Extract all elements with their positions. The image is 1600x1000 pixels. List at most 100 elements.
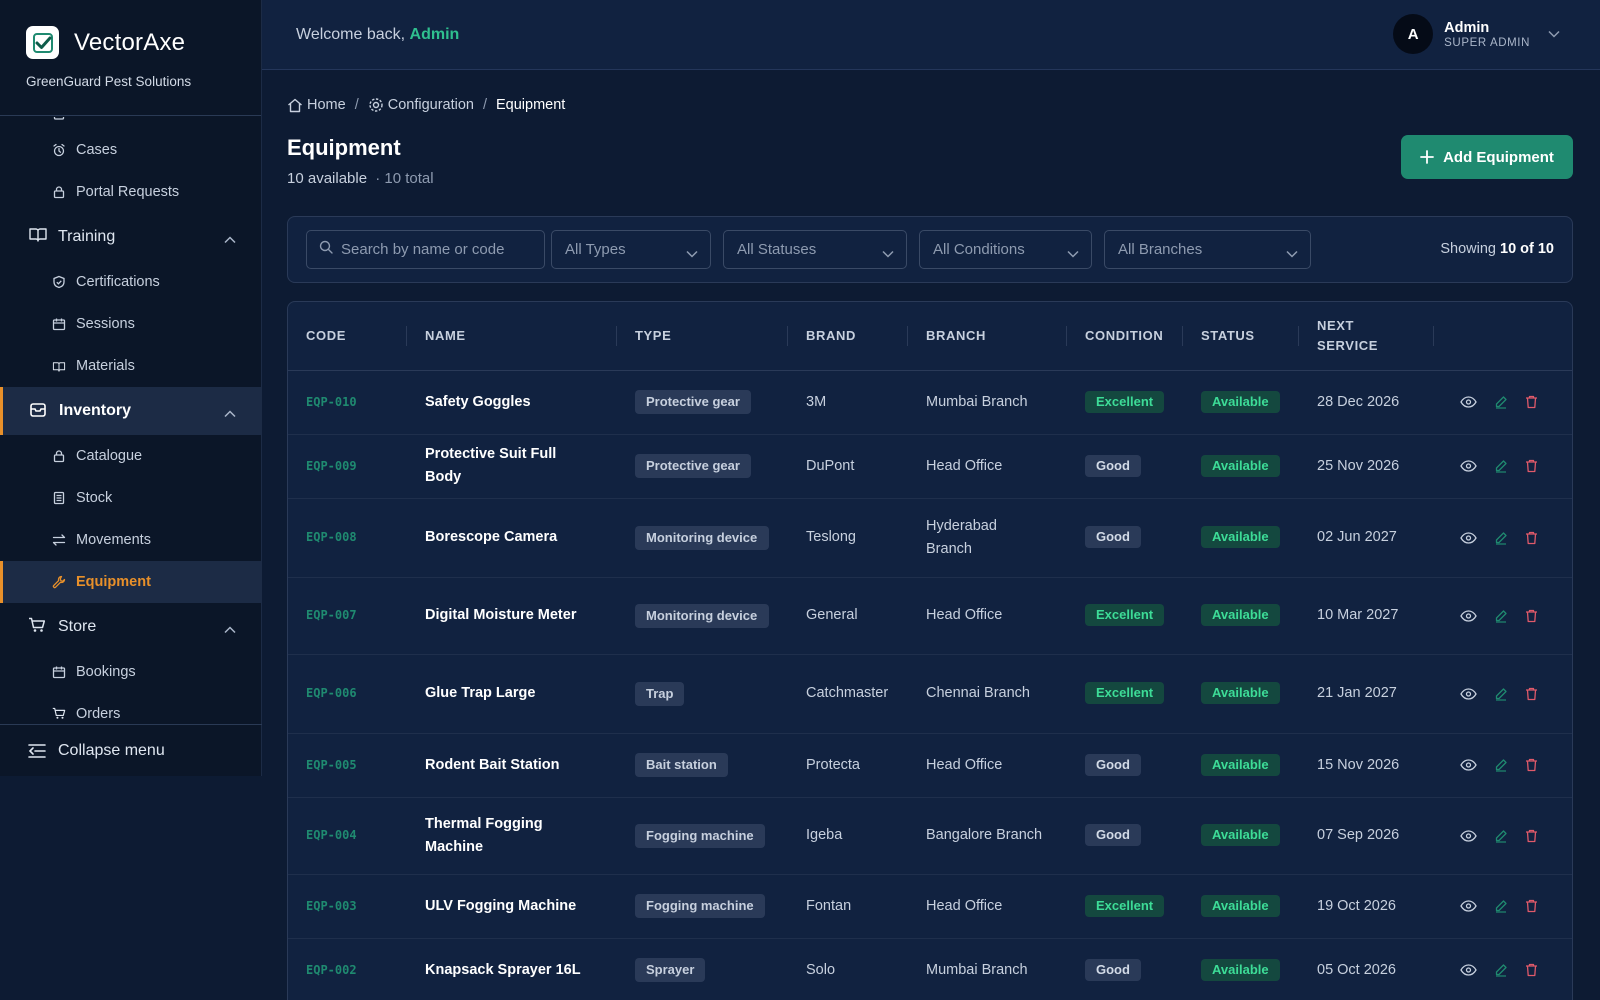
table-row[interactable]: EQP-010 Safety Goggles Protective gear 3M Mu… <box>288 370 1572 435</box>
view-icon[interactable] <box>1460 396 1477 408</box>
table-row[interactable]: EQP-007 Digital Moisture Meter Monitoring … <box>288 577 1572 655</box>
equipment-code[interactable]: EQP-010 <box>288 370 407 435</box>
status-filter-value: All Statuses <box>737 241 817 258</box>
table-row[interactable]: EQP-009 Protective Suit Full Body Protecti… <box>288 434 1572 499</box>
delete-icon[interactable] <box>1525 758 1538 772</box>
sidebar-item-cases[interactable]: Cases <box>0 129 262 171</box>
equipment-name[interactable]: Safety Goggles <box>407 370 617 435</box>
table-row[interactable]: EQP-003 ULV Fogging Machine Fogging machin… <box>288 874 1572 939</box>
equipment-name[interactable]: Rodent Bait Station <box>407 733 617 798</box>
edit-icon[interactable] <box>1494 963 1508 977</box>
next-service-date: 25 Nov 2026 <box>1299 434 1434 499</box>
breadcrumb-configuration[interactable]: Configuration <box>388 97 474 113</box>
equipment-code[interactable]: EQP-008 <box>288 498 407 578</box>
edit-icon[interactable] <box>1494 687 1508 701</box>
sidebar-item-materials[interactable]: Materials <box>0 345 262 387</box>
equipment-type: Monitoring device <box>617 498 788 578</box>
sidebar-section-store[interactable]: Store <box>0 603 262 651</box>
sidebar-item-equipment[interactable]: Equipment <box>0 561 262 603</box>
type-filter-select[interactable]: All Types <box>551 230 711 269</box>
condition-badge: Good <box>1085 824 1141 846</box>
status-filter-select[interactable]: All Statuses <box>723 230 907 269</box>
equipment-code[interactable]: EQP-003 <box>288 874 407 939</box>
edit-icon[interactable] <box>1494 899 1508 913</box>
table-row[interactable]: EQP-004 Thermal Fogging Machine Fogging ma… <box>288 797 1572 875</box>
delete-icon[interactable] <box>1525 687 1538 701</box>
sidebar-item-sessions[interactable]: Sessions <box>0 303 262 345</box>
collapse-menu-button[interactable]: Collapse menu <box>0 724 262 776</box>
sidebar-item-stock[interactable]: Stock <box>0 477 262 519</box>
user-role: SUPER ADMIN <box>1444 36 1530 49</box>
edit-icon[interactable] <box>1494 609 1508 623</box>
sidebar-section-inventory[interactable]: Inventory <box>0 387 262 435</box>
view-icon[interactable] <box>1460 460 1477 472</box>
equipment-name[interactable]: Knapsack Sprayer 16L <box>407 938 617 1000</box>
search-input[interactable] <box>341 241 531 258</box>
edit-icon[interactable] <box>1494 531 1508 545</box>
delete-icon[interactable] <box>1525 609 1538 623</box>
column-header-name: NAME <box>407 302 617 370</box>
sidebar-item-catalogue[interactable]: Catalogue <box>0 435 262 477</box>
delete-icon[interactable] <box>1525 899 1538 913</box>
table-row[interactable]: EQP-005 Rodent Bait Station Bait station Pr… <box>288 733 1572 798</box>
equipment-name[interactable]: Borescope Camera <box>407 498 617 578</box>
sidebar-item-movements[interactable]: Movements <box>0 519 262 561</box>
sidebar-item-bookings[interactable]: Bookings <box>0 651 262 693</box>
sidebar-item-label: Cases <box>76 142 118 158</box>
add-equipment-button[interactable]: Add Equipment <box>1401 135 1573 179</box>
edit-icon[interactable] <box>1494 758 1508 772</box>
equipment-type: Bait station <box>617 733 788 798</box>
top-header: Welcome back, Admin A Admin SUPER ADMIN <box>262 0 1600 70</box>
sidebar-item-orders[interactable]: Orders <box>0 693 262 724</box>
box-icon <box>29 401 49 421</box>
sidebar-item-label: Certifications <box>76 274 160 290</box>
equipment-brand: General <box>788 577 908 655</box>
view-icon[interactable] <box>1460 900 1477 912</box>
view-icon[interactable] <box>1460 964 1477 976</box>
sidebar-item-certifications[interactable]: Certifications <box>0 261 262 303</box>
gear-icon <box>368 97 384 113</box>
equipment-condition: Excellent <box>1067 874 1183 939</box>
view-icon[interactable] <box>1460 609 1477 622</box>
equipment-code[interactable]: EQP-007 <box>288 577 407 655</box>
view-icon[interactable] <box>1460 531 1477 544</box>
equipment-name[interactable]: Protective Suit Full Body <box>407 434 617 499</box>
next-service-date: 07 Sep 2026 <box>1299 797 1434 875</box>
sidebar-section-training[interactable]: Training <box>0 213 262 261</box>
user-menu[interactable]: A Admin SUPER ADMIN <box>1393 14 1560 54</box>
equipment-code[interactable]: EQP-005 <box>288 733 407 798</box>
delete-icon[interactable] <box>1525 531 1538 545</box>
equipment-code[interactable]: EQP-002 <box>288 938 407 1000</box>
view-icon[interactable] <box>1460 759 1477 771</box>
search-box[interactable] <box>306 230 545 269</box>
equipment-name[interactable]: Thermal Fogging Machine <box>407 797 617 875</box>
equipment-branch: Mumbai Branch <box>908 938 1067 1000</box>
edit-icon[interactable] <box>1494 829 1508 843</box>
edit-icon[interactable] <box>1494 459 1508 473</box>
breadcrumb-home[interactable]: Home <box>307 97 346 113</box>
table-row[interactable]: EQP-006 Glue Trap Large Trap Catchmaster Che… <box>288 654 1572 734</box>
delete-icon[interactable] <box>1525 395 1538 409</box>
edit-icon[interactable] <box>1494 395 1508 409</box>
view-icon[interactable] <box>1460 687 1477 700</box>
equipment-type: Sprayer <box>617 938 788 1000</box>
chevron-down-icon <box>686 245 698 262</box>
table-row[interactable]: EQP-008 Borescope Camera Monitoring device… <box>288 498 1572 578</box>
table-row[interactable]: EQP-002 Knapsack Sprayer 16L Sprayer Solo Mu… <box>288 938 1572 1000</box>
view-icon[interactable] <box>1460 829 1477 842</box>
equipment-code[interactable]: EQP-009 <box>288 434 407 499</box>
equipment-name[interactable]: ULV Fogging Machine <box>407 874 617 939</box>
delete-icon[interactable] <box>1525 829 1538 843</box>
column-header-next-service: NEXT SERVICE <box>1299 302 1434 370</box>
delete-icon[interactable] <box>1525 963 1538 977</box>
available-count: 10 available <box>287 170 368 187</box>
sidebar-item-portal-requests[interactable]: Portal Requests <box>0 171 262 213</box>
equipment-name[interactable]: Glue Trap Large <box>407 654 617 734</box>
equipment-code[interactable]: EQP-004 <box>288 797 407 875</box>
branch-filter-select[interactable]: All Branches <box>1104 230 1311 269</box>
equipment-name[interactable]: Digital Moisture Meter <box>407 577 617 655</box>
delete-icon[interactable] <box>1525 459 1538 473</box>
condition-filter-select[interactable]: All Conditions <box>919 230 1092 269</box>
equipment-code[interactable]: EQP-006 <box>288 654 407 734</box>
showing-prefix: Showing <box>1440 241 1496 257</box>
